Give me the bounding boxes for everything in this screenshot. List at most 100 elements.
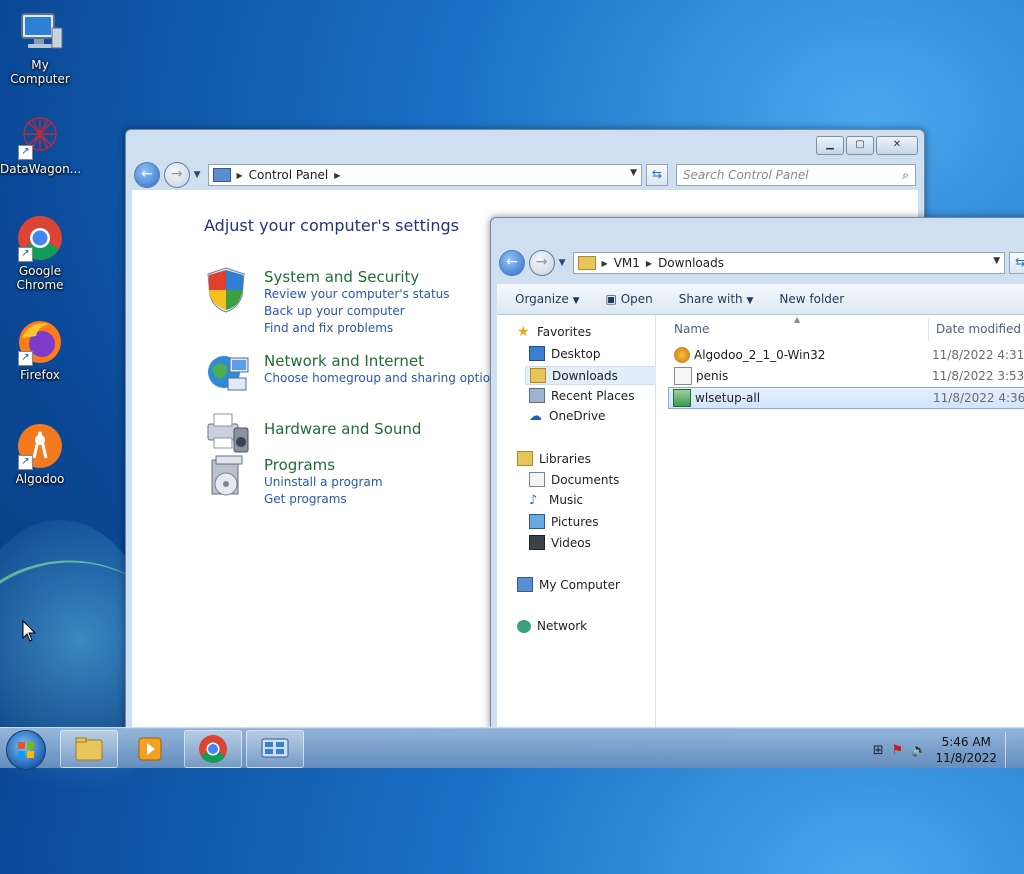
nav-downloads[interactable]: Downloads xyxy=(525,366,659,385)
nav-libraries[interactable]: Libraries xyxy=(517,451,591,466)
desktop-icon-datawagon[interactable]: ↗ DataWagon... xyxy=(0,112,81,176)
taskbar-explorer-button[interactable] xyxy=(60,730,118,768)
nav-pictures[interactable]: Pictures xyxy=(529,514,599,529)
file-row[interactable]: penis 11/8/2022 3:53 A xyxy=(670,366,1024,386)
nav-label: OneDrive xyxy=(549,409,606,423)
nav-my-computer[interactable]: My Computer xyxy=(517,577,620,592)
refresh-button[interactable]: ⇆ xyxy=(646,164,668,186)
desktop-icon-firefox[interactable]: ↗ Firefox xyxy=(0,318,80,382)
nav-music[interactable]: ♪ Music xyxy=(529,493,583,507)
link-find-fix[interactable]: Find and fix problems xyxy=(264,320,450,337)
column-divider[interactable] xyxy=(928,319,929,341)
nav-label: Music xyxy=(549,493,584,507)
address-dropdown-icon[interactable]: ▼ xyxy=(993,256,1000,266)
algodoo-icon: ↗ xyxy=(16,422,64,470)
column-header-date-modified[interactable]: Date modified xyxy=(936,315,1021,343)
volume-icon[interactable]: 🔈 xyxy=(911,743,927,758)
desktop-icon-my-computer[interactable]: My Computer xyxy=(0,8,80,86)
share-with-button[interactable]: Share with ▼ xyxy=(679,292,754,306)
chrome-icon xyxy=(199,735,227,763)
forward-button[interactable]: → xyxy=(528,250,555,276)
back-button[interactable]: ← xyxy=(499,250,525,276)
breadcrumb-downloads[interactable]: Downloads xyxy=(658,256,724,270)
start-button[interactable] xyxy=(6,730,46,770)
desktop-icon-algodoo[interactable]: ↗ Algodoo xyxy=(0,422,80,486)
organize-button[interactable]: Organize ▼ xyxy=(515,292,580,306)
library-icon xyxy=(517,451,533,466)
forward-button[interactable]: → xyxy=(163,162,190,188)
nav-network[interactable]: Network xyxy=(517,619,587,633)
clock[interactable]: 5:46 AM 11/8/2022 xyxy=(935,734,997,766)
nav-desktop[interactable]: Desktop xyxy=(529,346,601,361)
control-panel-icon xyxy=(212,168,231,182)
desktop-icon-google-chrome[interactable]: ↗ Google Chrome xyxy=(0,214,80,292)
file-row-selected[interactable]: wlsetup-all 11/8/2022 4:36 A xyxy=(668,387,1024,409)
installer-icon xyxy=(674,347,690,363)
clock-time: 5:46 AM xyxy=(941,735,991,749)
column-header-name[interactable]: Name xyxy=(674,315,709,343)
open-label: Open xyxy=(620,292,653,306)
nav-label: My Computer xyxy=(539,577,620,592)
recent-pages-dropdown[interactable]: ▼ xyxy=(194,170,204,180)
link-get-programs[interactable]: Get programs xyxy=(264,491,383,508)
cp-navigation-bar: ← → ▼ ▶ Control Panel ▶ ▼ ⇆ Search Contr… xyxy=(134,162,916,188)
nav-label: Favorites xyxy=(537,325,592,339)
open-button[interactable]: ▣ Open xyxy=(606,292,653,306)
shortcut-arrow-icon: ↗ xyxy=(18,145,33,160)
refresh-button[interactable]: ⇆ xyxy=(1009,252,1024,274)
nav-favorites[interactable]: ★ Favorites xyxy=(517,325,592,340)
category-programs: Programs Uninstall a program Get program… xyxy=(204,454,383,508)
address-dropdown-icon[interactable]: ▼ xyxy=(630,168,637,178)
breadcrumb-control-panel[interactable]: Control Panel xyxy=(249,168,329,182)
taskbar-chrome-button[interactable] xyxy=(184,730,242,768)
nav-recent-places[interactable]: Recent Places xyxy=(529,388,634,403)
downloads-explorer-window[interactable]: ← → ▼ ▶ VM1 ▶ Downloads ▼ ⇆ Organize ▼ ▣… xyxy=(490,217,1024,729)
category-title[interactable]: Programs xyxy=(264,456,383,474)
file-row[interactable]: Algodoo_2_1_0-Win32 11/8/2022 4:31 A xyxy=(670,345,1024,365)
cp-search-input[interactable]: Search Control Panel ⌕ xyxy=(675,164,916,186)
desktop-icon-label: Algodoo xyxy=(15,472,65,486)
file-date: 11/8/2022 4:36 A xyxy=(933,391,1024,405)
breadcrumb-separator-icon: ▶ xyxy=(601,258,608,268)
nav-videos[interactable]: Videos xyxy=(529,535,591,550)
recent-pages-dropdown[interactable]: ▼ xyxy=(559,258,569,268)
setup-package-icon xyxy=(673,389,691,407)
caption-buttons: ▁ ▢ ✕ xyxy=(816,136,918,155)
documents-icon xyxy=(529,472,545,487)
breadcrumb-vm1[interactable]: VM1 xyxy=(614,256,640,270)
file-list-pane: Name ▲ Date modified Algodoo_2_1_0-Win32… xyxy=(656,315,1024,728)
back-button[interactable]: ← xyxy=(134,162,160,188)
taskbar-control-panel-button[interactable] xyxy=(246,730,304,768)
programs-icon xyxy=(204,454,252,502)
file-date: 11/8/2022 4:31 A xyxy=(932,348,1024,362)
close-button[interactable]: ✕ xyxy=(876,136,918,155)
desktop-icon xyxy=(529,346,545,361)
category-title[interactable]: Hardware and Sound xyxy=(264,420,421,438)
pictures-icon xyxy=(529,514,545,529)
folder-icon xyxy=(577,256,596,270)
nav-documents[interactable]: Documents xyxy=(529,472,619,487)
category-hardware-sound: Hardware and Sound xyxy=(204,408,421,456)
taskbar-media-player-button[interactable] xyxy=(122,730,180,768)
link-review-status[interactable]: Review your computer's status xyxy=(264,286,450,303)
control-panel-icon xyxy=(261,738,289,758)
link-uninstall[interactable]: Uninstall a program xyxy=(264,474,383,491)
network-icon[interactable]: ⊞ xyxy=(873,743,884,758)
link-back-up[interactable]: Back up your computer xyxy=(264,303,450,320)
nav-label: Libraries xyxy=(539,451,591,466)
category-title[interactable]: System and Security xyxy=(264,268,450,286)
explorer-address-bar[interactable]: ▶ VM1 ▶ Downloads ▼ xyxy=(572,252,1006,274)
minimize-button[interactable]: ▁ xyxy=(816,136,844,155)
maximize-button[interactable]: ▢ xyxy=(846,136,874,155)
show-desktop-button[interactable] xyxy=(1005,732,1016,768)
cloud-icon: ☁ xyxy=(529,408,542,424)
sort-arrow-icon: ▲ xyxy=(794,315,801,324)
new-folder-button[interactable]: New folder xyxy=(779,292,844,306)
nav-label: Recent Places xyxy=(551,388,635,403)
breadcrumb-separator-icon: ▶ xyxy=(645,258,653,268)
link-homegroup[interactable]: Choose homegroup and sharing options xyxy=(264,370,504,387)
category-title[interactable]: Network and Internet xyxy=(264,352,504,370)
cp-address-bar[interactable]: ▶ Control Panel ▶ ▼ xyxy=(207,164,643,186)
nav-onedrive[interactable]: ☁ OneDrive xyxy=(529,409,605,423)
action-center-flag-icon[interactable]: ⚑ xyxy=(892,743,904,758)
